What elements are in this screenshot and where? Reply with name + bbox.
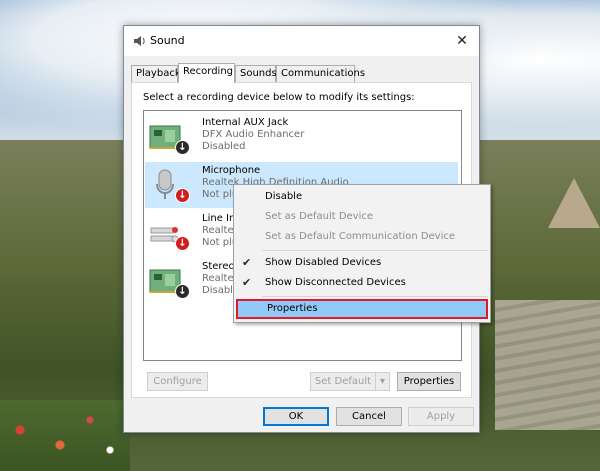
desktop-hut	[548, 178, 600, 228]
menu-item-properties[interactable]: Properties	[236, 299, 488, 319]
menu-item-label: Show Disconnected Devices	[265, 277, 406, 288]
menu-item-show-disconnected-devices[interactable]: ✔ Show Disconnected Devices	[236, 273, 488, 293]
menu-item-label: Set as Default Communication Device	[265, 231, 456, 242]
menu-item-label: Properties	[267, 303, 318, 314]
menu-separator	[262, 296, 488, 297]
menu-item-label: Set as Default Device	[265, 211, 374, 222]
close-button[interactable]: ✕	[445, 26, 479, 56]
properties-button[interactable]: Properties	[397, 372, 461, 391]
configure-button[interactable]: Configure	[147, 372, 208, 391]
checkmark-icon: ✔	[242, 256, 252, 269]
cancel-button[interactable]: Cancel	[336, 407, 402, 426]
desktop-flowers	[0, 400, 130, 471]
down-arrow-icon: ↓	[175, 236, 190, 251]
menu-item-disable[interactable]: Disable	[236, 187, 488, 207]
instruction-text: Select a recording device below to modif…	[143, 92, 415, 103]
menu-item-show-disabled-devices[interactable]: ✔ Show Disabled Devices	[236, 253, 488, 273]
device-name: Stereo	[202, 261, 235, 272]
down-arrow-icon: ↓	[175, 284, 190, 299]
device-name: Internal AUX Jack	[202, 117, 289, 128]
down-arrow-icon: ↓	[175, 188, 190, 203]
device-driver: DFX Audio Enhancer	[202, 129, 305, 140]
device-name: Line In	[202, 213, 236, 224]
context-menu: Disable Set as Default Device Set as Def…	[233, 184, 491, 323]
menu-item-set-default-device[interactable]: Set as Default Device	[236, 207, 488, 227]
tab-communications[interactable]: Communications	[276, 65, 365, 82]
down-arrow-icon: ↓	[175, 140, 190, 155]
set-default-dropdown-button[interactable]: ▾	[375, 372, 390, 391]
tab-recording[interactable]: Recording	[178, 63, 235, 83]
set-default-button[interactable]: Set Default	[310, 372, 376, 391]
device-row-internal-aux-jack[interactable]: ↓ Internal AUX Jack DFX Audio Enhancer D…	[145, 114, 458, 160]
menu-item-set-default-communication-device[interactable]: Set as Default Communication Device	[236, 227, 488, 247]
ok-button[interactable]: OK	[263, 407, 329, 426]
apply-button[interactable]: Apply	[408, 407, 474, 426]
speaker-icon	[133, 34, 147, 48]
checkmark-icon: ✔	[242, 276, 252, 289]
desktop-stairs	[495, 300, 600, 430]
chevron-down-icon: ▾	[379, 376, 386, 387]
window-title: Sound	[150, 34, 185, 47]
device-status: Disabled	[202, 141, 246, 152]
tab-playback[interactable]: Playback	[131, 65, 181, 82]
device-name: Microphone	[202, 165, 261, 176]
tab-sounds[interactable]: Sounds	[235, 65, 277, 82]
menu-item-label: Show Disabled Devices	[265, 257, 382, 268]
title-bar[interactable]: Sound ✕	[124, 26, 479, 56]
menu-separator	[262, 250, 488, 251]
menu-item-label: Disable	[265, 191, 303, 202]
